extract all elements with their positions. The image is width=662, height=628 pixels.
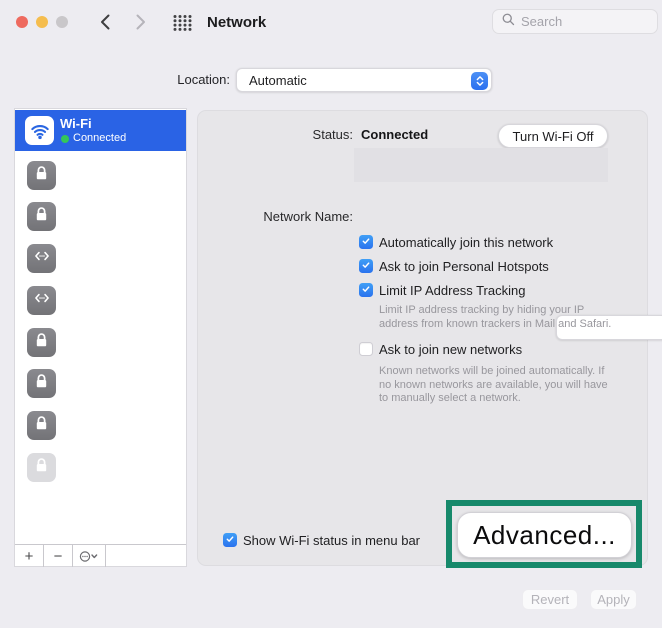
checkmark-icon: [361, 233, 371, 251]
checkbox-limit-ip-tracking[interactable]: [359, 283, 373, 297]
status-label: Status:: [253, 127, 353, 142]
sidebar-footer-toolbar: + −: [15, 544, 186, 567]
lock-icon: [31, 455, 52, 481]
lock-icon: [31, 330, 52, 356]
limit-ip-description: Limit IP address tracking by hiding your…: [379, 304, 613, 331]
checkbox-label[interactable]: Ask to join Personal Hotspots: [379, 259, 549, 274]
checkmark-icon: [225, 531, 235, 549]
checkbox-ask-join-new[interactable]: [359, 342, 373, 356]
show-all-grid-icon[interactable]: [172, 14, 193, 37]
minimize-button[interactable]: [36, 16, 48, 28]
ethernet-icon: [31, 287, 53, 314]
status-value: Connected: [361, 127, 428, 142]
sidebar-item-vpn-inactive[interactable]: [27, 453, 56, 482]
checkbox-label[interactable]: Automatically join this network: [379, 235, 553, 250]
zoom-button: [56, 16, 68, 28]
lock-icon: [31, 371, 52, 397]
add-connection-button[interactable]: +: [15, 545, 44, 567]
checkbox-label[interactable]: Ask to join new networks: [379, 342, 522, 357]
connection-list-sidebar: Wi-Fi Connected + −: [14, 108, 187, 567]
apply-button[interactable]: Apply: [590, 589, 637, 610]
known-networks-description: Known networks will be joined automatica…: [379, 365, 613, 406]
sidebar-item-vpn[interactable]: [27, 369, 56, 398]
sidebar-item-vpn[interactable]: [27, 328, 56, 357]
location-value: Automatic: [249, 73, 307, 88]
close-button[interactable]: [16, 16, 28, 28]
action-menu-button[interactable]: [73, 545, 106, 567]
lock-icon: [31, 163, 52, 189]
sidebar-item-ethernet[interactable]: [27, 244, 56, 273]
sidebar-item-vpn[interactable]: [27, 411, 56, 440]
network-name-label: Network Name:: [233, 209, 353, 224]
turn-wifi-off-button[interactable]: Turn Wi-Fi Off: [498, 124, 608, 148]
checkbox-label[interactable]: Limit IP Address Tracking: [379, 283, 525, 298]
revert-button[interactable]: Revert: [522, 589, 578, 610]
location-dropdown[interactable]: Automatic: [236, 68, 492, 92]
checkbox-label[interactable]: Show Wi-Fi status in menu bar: [243, 533, 420, 548]
remove-connection-button[interactable]: −: [44, 545, 73, 567]
search-input[interactable]: [521, 14, 641, 29]
sidebar-item-vpn[interactable]: [27, 161, 56, 190]
checkmark-icon: [361, 257, 371, 275]
chevron-right-icon: [133, 13, 148, 36]
forward-button[interactable]: [130, 13, 150, 35]
sidebar-item-label: Wi-Fi: [60, 116, 92, 131]
ethernet-icon: [31, 245, 53, 272]
status-description-redacted: [354, 148, 608, 182]
sidebar-item-wifi[interactable]: Wi-Fi Connected: [15, 110, 186, 151]
checkmark-icon: [361, 281, 371, 299]
location-label: Location:: [140, 72, 230, 87]
wifi-settings-panel: Status: Connected Turn Wi-Fi Off Network…: [197, 110, 648, 566]
back-button[interactable]: [95, 13, 115, 35]
network-preferences-window: Network Location: Automatic: [0, 0, 662, 628]
page-title: Network: [207, 14, 266, 31]
search-icon: [501, 12, 516, 32]
checkbox-show-wifi-menubar[interactable]: [223, 533, 237, 547]
wifi-icon: [25, 116, 54, 145]
lock-icon: [31, 204, 52, 230]
sidebar-item-status: Connected: [73, 132, 126, 144]
connected-status-dot: [61, 135, 69, 143]
dropdown-stepper-icon: [471, 72, 488, 90]
checkbox-auto-join[interactable]: [359, 235, 373, 249]
sidebar-item-ethernet[interactable]: [27, 286, 56, 315]
advanced-button[interactable]: Advanced...: [457, 512, 632, 558]
chevron-left-icon: [98, 13, 113, 36]
checkbox-personal-hotspots[interactable]: [359, 259, 373, 273]
lock-icon: [31, 413, 52, 439]
sidebar-item-vpn[interactable]: [27, 202, 56, 231]
search-field[interactable]: [492, 9, 658, 34]
